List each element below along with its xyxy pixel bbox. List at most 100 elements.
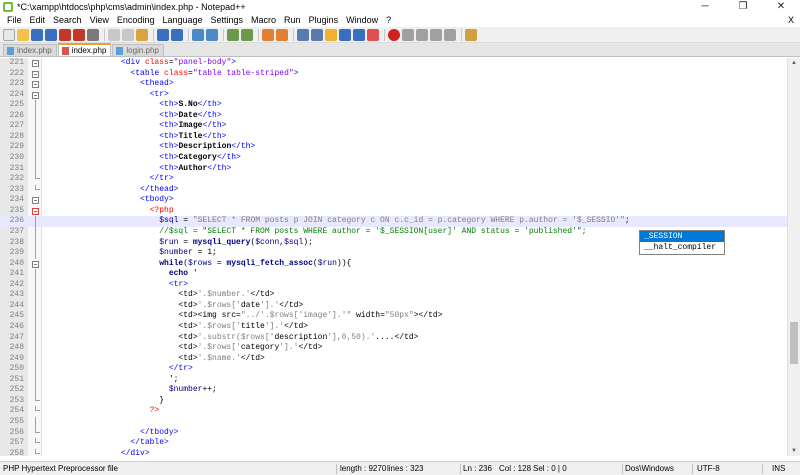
fold-toggle-icon[interactable] <box>32 70 39 78</box>
code-line[interactable]: 246 <td>'.$rows['title'].'</td> <box>0 322 787 333</box>
menu-help[interactable]: ? <box>382 14 395 27</box>
sync-vertical-icon[interactable] <box>262 28 274 41</box>
print-icon[interactable] <box>87 28 99 41</box>
autocomplete-item-halt-compiler[interactable]: __halt_compiler <box>640 242 724 253</box>
function-list-icon[interactable] <box>353 28 365 41</box>
save-all-icon[interactable] <box>45 28 57 41</box>
code-line[interactable]: 247 <td>'.substr($rows['description'],0,… <box>0 332 787 344</box>
menu-search[interactable]: Search <box>49 14 86 27</box>
copy-icon[interactable] <box>122 28 134 41</box>
code-line[interactable]: 229 <th>Description</th> <box>0 142 787 154</box>
record-macro-icon[interactable] <box>388 28 400 41</box>
code-line[interactable]: 235 <?php <box>0 206 787 217</box>
code-line[interactable]: 230 <th>Category</th> <box>0 153 787 164</box>
show-all-chars-icon[interactable] <box>311 28 323 41</box>
code-line[interactable]: 225 <th>S.No</th> <box>0 100 787 111</box>
code-line[interactable]: 221 <div class="panel-body"> <box>0 58 787 69</box>
tab-login-php[interactable]: login.php <box>112 44 164 56</box>
undo-icon[interactable] <box>157 28 169 41</box>
status-eol-format[interactable]: Dos\Windows <box>625 462 674 475</box>
menu-settings[interactable]: Settings <box>207 14 248 27</box>
find-icon[interactable] <box>192 28 204 41</box>
code-line[interactable]: 224 <tr> <box>0 90 787 101</box>
code-line[interactable]: 257 </table> <box>0 438 787 449</box>
fold-toggle-icon[interactable] <box>32 260 39 268</box>
run-macro-multiple-icon[interactable] <box>430 28 442 41</box>
open-file-icon[interactable] <box>17 28 29 41</box>
close-file-icon[interactable] <box>59 28 71 41</box>
code-line[interactable]: 248 <td>'.$rows['category'].'</td> <box>0 343 787 354</box>
play-macro-icon[interactable] <box>416 28 428 41</box>
stop-macro-icon[interactable] <box>402 28 414 41</box>
code-line[interactable]: 234 <tbody> <box>0 195 787 206</box>
code-line[interactable]: 231 <th>Author</th> <box>0 163 787 175</box>
code-line[interactable]: 249 <td>'.$name.'</td> <box>0 353 787 365</box>
menu-view[interactable]: View <box>86 14 113 27</box>
code-line[interactable]: 245 <td><img src="../'.$rows['image'].'"… <box>0 311 787 322</box>
code-line[interactable]: 250 </tr> <box>0 364 787 375</box>
zoom-out-icon[interactable] <box>241 28 253 41</box>
menu-language[interactable]: Language <box>158 14 206 27</box>
folder-workspace-icon[interactable] <box>367 28 379 41</box>
code-line[interactable]: 241 echo ' <box>0 269 787 280</box>
zoom-in-icon[interactable] <box>227 28 239 41</box>
code-line[interactable]: 255 <box>0 417 787 428</box>
plugin-icon[interactable] <box>465 28 477 41</box>
sync-horizontal-icon[interactable] <box>276 28 288 41</box>
fold-toggle-icon[interactable] <box>32 91 39 99</box>
code-line[interactable]: 223 <thead> <box>0 79 787 90</box>
scroll-down-arrow-icon[interactable]: ▼ <box>788 446 800 456</box>
code-line[interactable]: 254 ?> <box>0 406 787 417</box>
fold-toggle-icon[interactable] <box>32 60 39 67</box>
indent-guide-icon[interactable] <box>325 28 337 41</box>
close-button[interactable]: ✕ <box>762 0 800 14</box>
word-wrap-icon[interactable] <box>297 28 309 41</box>
code-line[interactable]: 233 </thead> <box>0 184 787 196</box>
tab-index-php[interactable]: index.php <box>3 44 57 56</box>
menu-macro[interactable]: Macro <box>247 14 280 27</box>
code-line[interactable]: 236 $sql = "SELECT * FROM posts p JOIN c… <box>0 216 787 227</box>
minimize-button[interactable]: ─ <box>686 0 724 14</box>
fold-toggle-icon[interactable] <box>32 207 39 215</box>
paste-icon[interactable] <box>136 28 148 41</box>
scroll-up-arrow-icon[interactable]: ▲ <box>788 58 800 68</box>
redo-icon[interactable] <box>171 28 183 41</box>
menu-run[interactable]: Run <box>280 14 305 27</box>
doc-map-icon[interactable] <box>339 28 351 41</box>
tab-index-php-active[interactable]: index.php <box>57 43 112 56</box>
autocomplete-item-session[interactable]: _SESSION <box>640 231 724 242</box>
vertical-scrollbar[interactable]: ▲ ▼ <box>787 58 800 456</box>
code-line[interactable]: 227 <th>Image</th> <box>0 121 787 132</box>
close-document-button[interactable]: X <box>788 14 794 27</box>
code-line[interactable]: 240 while($rows = mysqli_fetch_assoc($ru… <box>0 259 787 270</box>
menu-encoding[interactable]: Encoding <box>113 14 159 27</box>
code-editor[interactable]: 221 <div class="panel-body"> 222 <table c… <box>0 58 787 456</box>
menu-window[interactable]: Window <box>342 14 382 27</box>
status-insert-mode[interactable]: INS <box>772 462 785 475</box>
code-line[interactable]: 228 <th>Title</th> <box>0 131 787 143</box>
cut-icon[interactable] <box>108 28 120 41</box>
replace-icon[interactable] <box>206 28 218 41</box>
code-line[interactable]: 256 </tbody> <box>0 427 787 439</box>
scrollbar-thumb[interactable] <box>790 322 798 364</box>
code-line[interactable]: 244 <td>'.$rows['date'].'</td> <box>0 300 787 312</box>
status-encoding[interactable]: UTF-8 <box>697 462 720 475</box>
close-all-icon[interactable] <box>73 28 85 41</box>
save-macro-icon[interactable] <box>444 28 456 41</box>
code-line[interactable]: 226 <th>Date</th> <box>0 110 787 122</box>
new-file-icon[interactable] <box>3 28 15 41</box>
menu-plugins[interactable]: Plugins <box>305 14 343 27</box>
autocomplete-popup[interactable]: _SESSION __halt_compiler <box>639 230 725 255</box>
code-line[interactable]: 253 } <box>0 395 787 407</box>
maximize-button[interactable]: ❐ <box>724 0 762 14</box>
code-line[interactable]: 232 </tr> <box>0 174 787 185</box>
code-line[interactable]: 243 <td>'.$number.'</td> <box>0 290 787 301</box>
save-icon[interactable] <box>31 28 43 41</box>
fold-toggle-icon[interactable] <box>32 81 39 89</box>
code-line[interactable]: 251 '; <box>0 374 787 386</box>
fold-toggle-icon[interactable] <box>32 197 39 205</box>
menu-file[interactable]: File <box>3 14 26 27</box>
menu-edit[interactable]: Edit <box>26 14 50 27</box>
code-line[interactable]: 222 <table class="table table-striped"> <box>0 69 787 80</box>
code-line[interactable]: 252 $number++; <box>0 385 787 396</box>
